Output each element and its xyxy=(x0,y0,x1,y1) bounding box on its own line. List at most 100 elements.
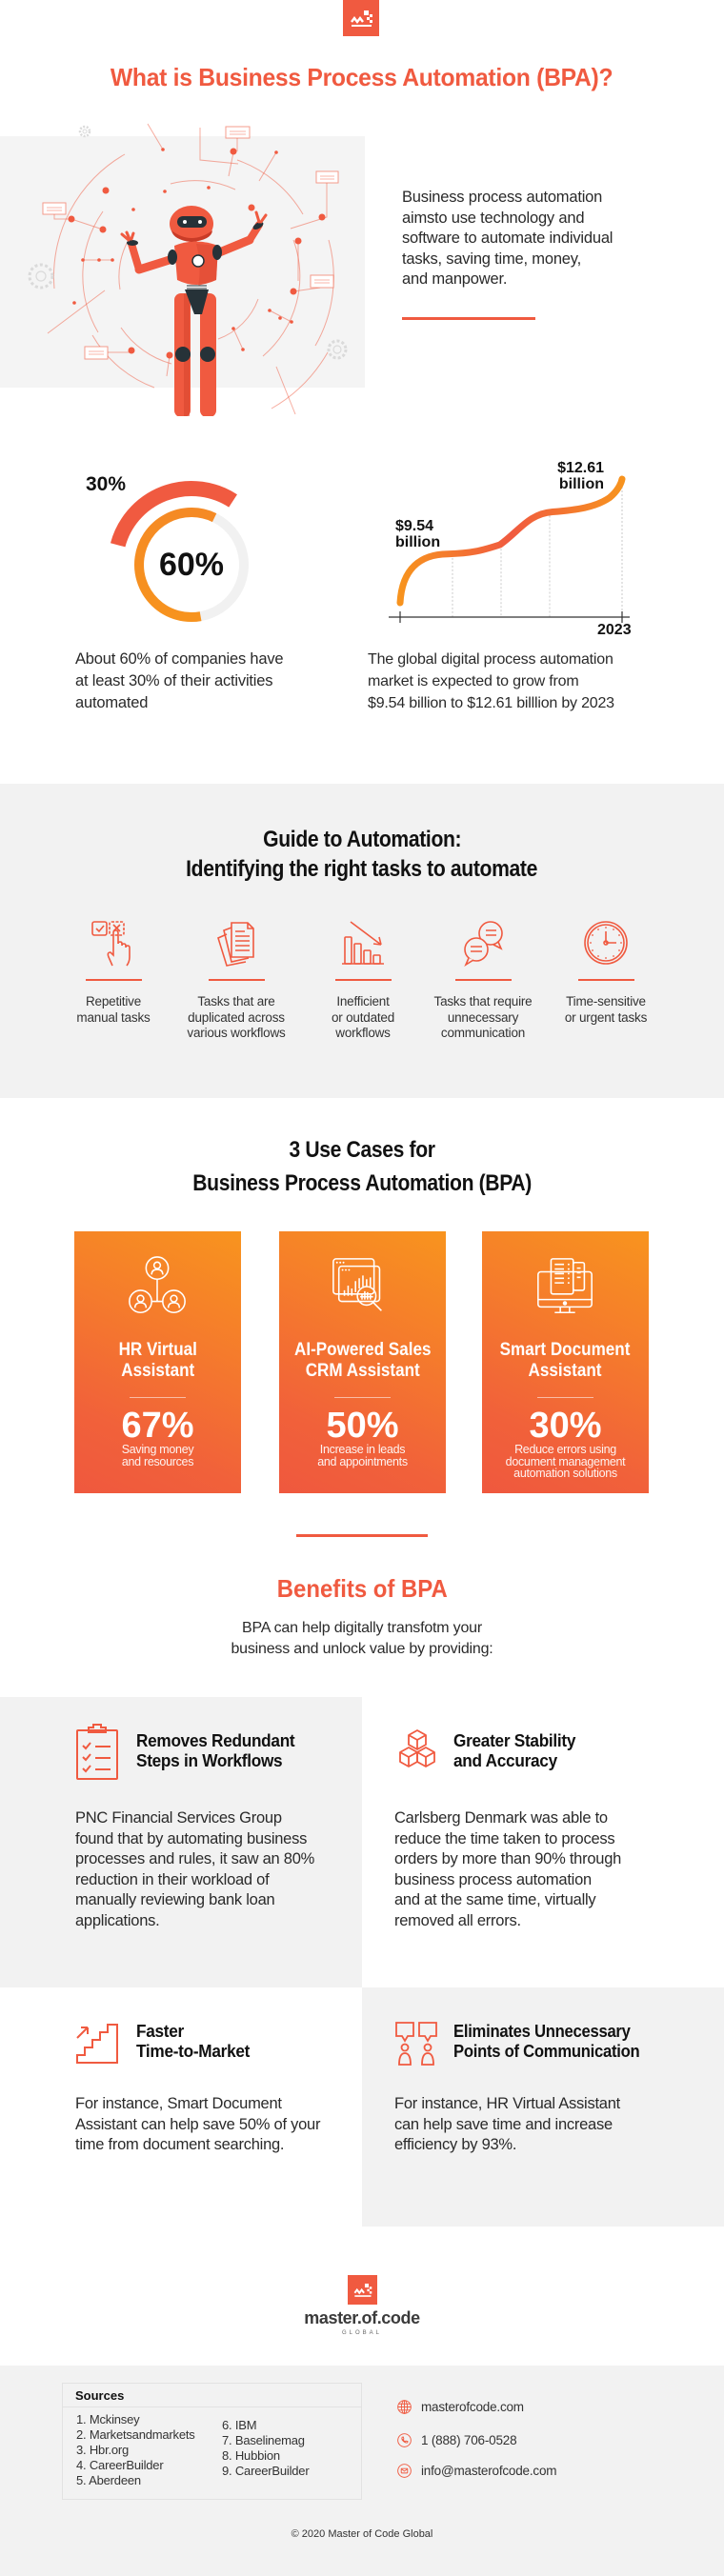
use-cases-title-line2: Business Process Automation (BPA) xyxy=(192,1170,532,1196)
source-item: 8. Hubbion xyxy=(222,2448,280,2463)
guide-divider xyxy=(454,979,512,981)
use-case-title: AI-Powered Sales CRM Assistant xyxy=(279,1340,446,1382)
card-divider xyxy=(334,1397,391,1398)
phone-icon xyxy=(397,2432,412,2447)
declining-chart-icon xyxy=(342,921,384,965)
brand-name: master.of.code xyxy=(304,2308,420,2327)
use-case-title-text: AI-Powered Sales CRM Assistant xyxy=(293,1340,432,1381)
benefit-title-text: Removes Redundant Steps in Workflows xyxy=(136,1730,295,1770)
people-chat-icon xyxy=(395,2022,437,2066)
sources-box: Sources 1. Mckinsey 2. Marketsandmarkets… xyxy=(62,2383,362,2500)
globe-icon xyxy=(397,2399,412,2414)
sources-col-2: 6. IBM 7. Baselinemag 8. Hubbion 9. Care… xyxy=(222,2418,310,2479)
x-tick-label: 2023 xyxy=(597,622,632,638)
use-cases-title-line1: 3 Use Cases for xyxy=(289,1137,435,1163)
use-case-card: AI-Powered Sales CRM Assistant 50% Incre… xyxy=(279,1231,446,1493)
contact-website[interactable]: masterofcode.com xyxy=(397,2399,524,2414)
guide-item-label: Time-sensitive or urgent tasks xyxy=(564,994,648,1025)
chat-bubbles-icon xyxy=(464,921,503,967)
guide-item: Inefficient or outdated workflows xyxy=(301,919,425,1042)
benefit-title-text: Greater Stability and Accuracy xyxy=(453,1730,576,1770)
sources-title: Sources xyxy=(75,2388,125,2403)
source-item: 7. Baselinemag xyxy=(222,2433,305,2447)
source-item: 1. Mckinsey xyxy=(76,2412,140,2426)
benefit-body: For instance, HR Virtual Assistant can h… xyxy=(394,2095,620,2153)
guide-item: Tasks that require unnecessary communica… xyxy=(421,919,545,1042)
guide-title-line2: Identifying the right tasks to automate xyxy=(186,856,538,882)
envelope-icon xyxy=(397,2463,412,2478)
brand-tagline: GLOBAL xyxy=(341,2330,382,2336)
benefit-title: Greater Stability and Accuracy xyxy=(453,1730,585,1770)
benefits-title: Benefits of BPA xyxy=(276,1574,448,1603)
use-case-card: Smart Document Assistant 30% Reduce erro… xyxy=(482,1231,649,1493)
clipboard-checklist-icon xyxy=(76,1724,118,1780)
use-cases-title: 3 Use Cases for Business Process Automat… xyxy=(0,1135,724,1202)
benefit-title: Eliminates Unnecessary Points of Communi… xyxy=(453,2021,660,2061)
guide-item: Tasks that are duplicated across various… xyxy=(174,919,298,1042)
use-case-caption: Reduce errors using document management … xyxy=(505,1443,626,1480)
copyright: © 2020 Master of Code Global xyxy=(291,2528,433,2540)
stairs-arrow-icon xyxy=(76,2024,118,2064)
contact-email-text[interactable]: info@masterofcode.com xyxy=(421,2464,557,2478)
guide-divider xyxy=(208,979,265,981)
benefits-subtitle: BPA can help digitally transfotm your bu… xyxy=(231,1620,493,1657)
data-label-end: $12.61 billion xyxy=(557,460,604,492)
guide-divider xyxy=(334,979,392,981)
guide-title: Guide to Automation: Identifying the rig… xyxy=(0,825,724,884)
clock-icon xyxy=(584,921,628,965)
guide-item-label: Inefficient or outdated workflows xyxy=(331,994,395,1040)
page-title: What is Business Process Automation (BPA… xyxy=(111,63,613,91)
source-item: 2. Marketsandmarkets xyxy=(76,2427,195,2442)
use-case-caption: Saving money and resources xyxy=(121,1443,194,1468)
hero-description: Business process automation aimsto use t… xyxy=(402,189,613,288)
benefit-title-text: Faster Time-to-Market xyxy=(136,2021,251,2061)
data-label-start: $9.54 billion xyxy=(395,518,441,550)
use-case-title-text: Smart Document Assistant xyxy=(500,1340,631,1381)
source-item: 3. Hbr.org xyxy=(76,2443,130,2457)
donut-outer-label: 30% xyxy=(86,473,127,495)
benefit-title: Removes Redundant Steps in Workflows xyxy=(136,1730,307,1770)
source-item: 5. Aberdeen xyxy=(76,2473,141,2487)
hero-divider xyxy=(402,317,535,320)
documents-icon xyxy=(217,922,254,967)
guide-item-label: Repetitive manual tasks xyxy=(76,994,151,1025)
contact-website-text[interactable]: masterofcode.com xyxy=(421,2400,524,2414)
guide-item-label: Tasks that require unnecessary communica… xyxy=(433,994,533,1040)
card-divider xyxy=(537,1397,593,1398)
analytics-search-icon xyxy=(332,1258,382,1311)
benefit-title-text: Eliminates Unnecessary Points of Communi… xyxy=(453,2021,640,2061)
market-growth-description: The global digital process automation ma… xyxy=(368,651,614,711)
contact-email[interactable]: info@masterofcode.com xyxy=(397,2463,557,2478)
benefits-divider xyxy=(296,1534,428,1537)
guide-item-label: Tasks that are duplicated across various… xyxy=(187,994,286,1040)
use-case-title: Smart Document Assistant xyxy=(482,1340,649,1382)
footer-logo xyxy=(348,2275,377,2305)
donut-inner-label: 60% xyxy=(158,547,225,583)
infographic-page: What is Business Process Automation (BPA… xyxy=(0,0,724,2576)
source-item: 9. CareerBuilder xyxy=(222,2464,310,2478)
guide-divider xyxy=(85,979,142,981)
benefit-title: Faster Time-to-Market xyxy=(136,2021,258,2061)
logo-mark-icon xyxy=(353,2283,372,2297)
contact-phone-text[interactable]: 1 (888) 706-0528 xyxy=(421,2433,517,2447)
benefit-body: For instance, Smart Document Assistant c… xyxy=(75,2095,321,2153)
page-title-wrap: What is Business Process Automation (BPA… xyxy=(0,63,724,91)
guide-title-line1: Guide to Automation: xyxy=(262,827,462,852)
use-case-stat: 50% xyxy=(326,1406,399,1446)
use-case-caption: Increase in leads and appointments xyxy=(317,1443,408,1468)
benefits-title-wrap: Benefits of BPA xyxy=(0,1574,724,1603)
logo-mark-icon xyxy=(351,10,372,27)
use-case-stat: 30% xyxy=(529,1406,602,1446)
source-item: 4. CareerBuilder xyxy=(76,2458,164,2472)
guide-divider xyxy=(577,979,634,981)
contact-phone[interactable]: 1 (888) 706-0528 xyxy=(397,2432,517,2447)
use-case-stat: 67% xyxy=(121,1406,194,1446)
cubes-icon xyxy=(399,1729,435,1767)
use-case-card: HR Virtual Assistant 67% Saving money an… xyxy=(74,1231,241,1493)
checkbox-hand-icon xyxy=(91,921,131,967)
team-network-icon xyxy=(129,1256,186,1314)
card-divider xyxy=(130,1397,186,1398)
automation-share-description: About 60% of companies have at least 30%… xyxy=(75,650,284,711)
top-logo xyxy=(343,0,379,36)
guide-item: Time-sensitive or urgent tasks xyxy=(544,919,668,1026)
